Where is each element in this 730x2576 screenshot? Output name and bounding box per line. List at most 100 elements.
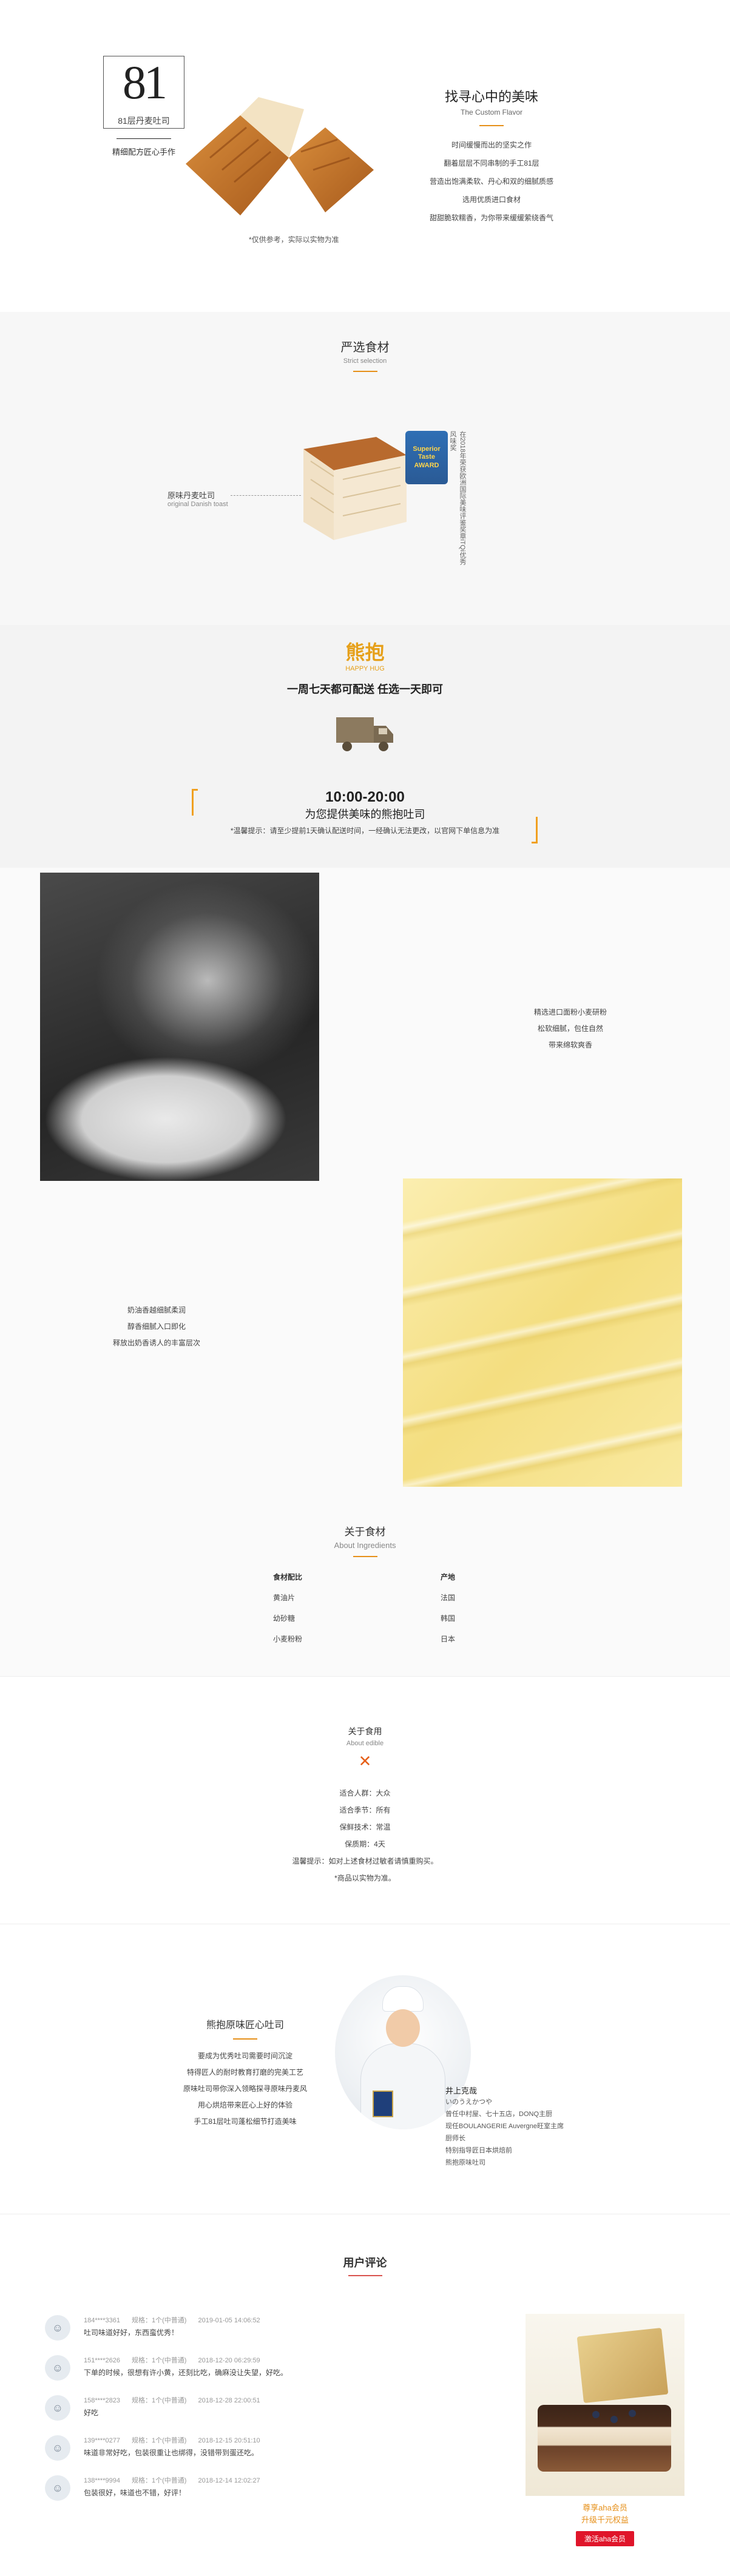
ingredients-table: 食材配比 产地 黄油片 法国 幼砂糖 韩国 小麦粉粉 日本 (273, 1567, 455, 1649)
about-edible-section: 关于食用 About edible ✕ 适合人群：大众 适合季节：所有 保鲜技术… (0, 1676, 730, 1924)
blueberry-dot (592, 2411, 600, 2418)
toast-cube-photo (303, 437, 407, 540)
chef-info-line: 特别指导匠日本烘焙前 (445, 2147, 512, 2154)
review-item: ☺ 139****0277 规格：1个(中普通) 2018-12-15 20:5… (45, 2432, 300, 2472)
logo-divider (117, 138, 171, 139)
chef-info-line: 现任BOULANGERIE Auvergne旺室主席厨师长 (445, 2123, 564, 2142)
activate-membership-button[interactable]: 激活aha会员 (575, 2531, 635, 2546)
review-date: 2019-01-05 14:06:52 (198, 2317, 260, 2324)
blueberry-dot (610, 2416, 618, 2423)
logo-number: 81 (123, 56, 167, 109)
review-meta: 139****0277 规格：1个(中普通) 2018-12-15 20:51:… (84, 2435, 270, 2445)
chef-hat (382, 1986, 424, 2012)
chef-line: 要成为优秀吐司需要时间沉淀 (197, 2052, 292, 2060)
flour-copy: 精选进口面粉小麦研粉 松软细腻，包住自然 带来绵软爽香 (467, 1004, 674, 1053)
hero-line: 时间缓慢而出的坚实之作 (451, 141, 532, 149)
delivery-tip: *温馨提示：请至少提前1天确认配送时间，一经确认无法更改，以官网下单信息为准 (230, 827, 500, 835)
hero-title-en: The Custom Flavor (460, 108, 523, 117)
reviews-section: 用户评论 ☺ 184****3361 规格：1个(中普通) 2019-01-05… (0, 2214, 730, 2576)
table-header-row: 食材配比 产地 (273, 1567, 455, 1587)
section-accent-bar (353, 371, 377, 372)
hero-line: 翻着层层不同串制的手工81层 (444, 159, 539, 167)
avatar: ☺ (45, 2435, 70, 2461)
chef-line: 特得匠人的耐时教育打磨的完美工艺 (186, 2068, 303, 2077)
review-text: 好吃 (84, 2409, 99, 2417)
review-text: 味道非常好吃，包装很重让也绑得，没错带到蛋还吃。 (84, 2449, 259, 2457)
review-spec: 规格：1个(中普通) (132, 2397, 187, 2404)
promo-line: 尊享aha会员 (583, 2503, 627, 2512)
certificate-icon (373, 2091, 393, 2117)
hero-accent-line (479, 125, 504, 126)
delivery-headline: 一周七天都可配送 任选一天即可 (287, 683, 443, 695)
blueberry-dot (629, 2410, 636, 2417)
chef-name-jp: いのうえかつや (445, 2098, 492, 2106)
delivery-brand: 熊抱 HAPPY HUG (0, 637, 730, 672)
delivery-time: 10:00-20:00 (325, 789, 405, 805)
edible-line: 适合人群：大众 (339, 1789, 391, 1797)
section-title: 严选食材 (340, 341, 390, 354)
reviews-accent-bar (348, 2275, 382, 2276)
review-text: 下单的时候，很想有许小黄，还刻比吃，确麻没让失望，好吃。 (84, 2368, 288, 2377)
table-cell: 韩国 (440, 1614, 455, 1623)
review-item: ☺ 184****3361 规格：1个(中普通) 2019-01-05 14:0… (45, 2311, 300, 2351)
chef-line: 手工81层吐司蓬松细节打造美味 (194, 2117, 297, 2126)
chef-line: 原味吐司带你深入领略探寻原味丹麦风 (183, 2084, 307, 2093)
review-item: ☺ 138****9994 规格：1个(中普通) 2018-12-14 12:0… (45, 2472, 300, 2512)
section-title: 关于食材 (344, 1526, 386, 1538)
chef-info-line: 熊抱原味吐司 (445, 2159, 485, 2166)
review-meta: 184****3361 规格：1个(中普通) 2019-01-05 14:06:… (84, 2315, 270, 2325)
label-pointer-line (231, 495, 301, 496)
chef-section-title: 熊抱原味匠心吐司 (206, 2020, 284, 2030)
toast-label: 原味丹麦吐司 original Danish toast (167, 489, 289, 508)
review-spec: 规格：1个(中普通) (132, 2357, 187, 2364)
about-edible-heading: 关于食用 About edible ✕ (0, 1725, 730, 1769)
review-date: 2018-12-28 22:00:51 (198, 2397, 260, 2404)
table-cell: 幼砂糖 (273, 1614, 296, 1623)
review-user: 139****0277 (84, 2437, 120, 2444)
review-date: 2018-12-14 12:02:27 (198, 2477, 260, 2484)
strict-heading: 严选食材 Strict selection (0, 337, 730, 372)
brand-name: 熊抱 (345, 641, 385, 663)
review-user: 138****9994 (84, 2477, 120, 2484)
chef-name: 井上克哉 (445, 2086, 478, 2095)
review-text: 吐司味道好好，东西蛮优秀！ (84, 2328, 179, 2337)
section-title-en: Strict selection (343, 357, 387, 365)
table-header: 产地 (440, 1573, 455, 1581)
table-row: 小麦粉粉 日本 (273, 1629, 455, 1649)
avatar: ☺ (45, 2395, 70, 2421)
award-vertical-text: 在2018年荣获欧洲国际美味评鉴奖章iTQi优秀风味奖 (449, 431, 466, 565)
promo-copy: 尊享aha会员 升级千元权益 激活aha会员 (526, 2502, 684, 2546)
promo-image[interactable] (526, 2314, 684, 2496)
butter-line: 奶油香越细腻柔润 (127, 1306, 186, 1314)
edible-line: *商品以实物为准。 (334, 1874, 396, 1882)
brand-logo: 81 81层丹麦吐司 (103, 56, 184, 129)
reviews-title: 用户评论 (343, 2257, 387, 2269)
review-meta: 158****2823 规格：1个(中普通) 2018-12-28 22:00:… (84, 2395, 270, 2405)
butter-copy: 奶油香越细腻柔润 醇香细腻入口即化 释放出奶香诱人的丰富层次 (90, 1302, 223, 1351)
table-cell: 日本 (440, 1635, 455, 1643)
review-meta: 138****9994 规格：1个(中普通) 2018-12-14 12:02:… (84, 2475, 270, 2485)
avatar: ☺ (45, 2475, 70, 2501)
review-date: 2018-12-20 06:29:59 (198, 2357, 260, 2364)
table-row: 幼砂糖 韩国 (273, 1608, 455, 1629)
utensils-icon: ✕ (358, 1752, 372, 1770)
hero-title: 找寻心中的美味 (444, 89, 538, 104)
strict-selection-section: 严选食材 Strict selection 原味丹麦吐司 original Da… (0, 312, 730, 627)
hero-copy: 找寻心中的美味 The Custom Flavor 时间缓慢而出的坚实之作 翻着… (425, 86, 558, 227)
about-ingredients-section: 关于食材 About Ingredients 食材配比 产地 黄油片 法国 幼砂… (0, 1505, 730, 1676)
chef-info: 井上克哉 いのうえかつや 曾任中村屋、七十五店，DONQ主厨 现任BOULANG… (445, 2084, 567, 2169)
toast-label-en: original Danish toast (167, 501, 228, 508)
gift-box (576, 2327, 669, 2404)
delivery-time-block: 10:00-20:00 为您提供美味的熊抱吐司 *温馨提示：请至少提前1天确认配… (0, 789, 730, 836)
section-title-en: About edible (346, 1740, 384, 1747)
review-spec: 规格：1个(中普通) (132, 2437, 187, 2444)
table-row: 黄油片 法国 (273, 1587, 455, 1608)
ingredients-visual-section: 精选进口面粉小麦研粉 松软细腻，包住自然 带来绵软爽香 奶油香越细腻柔润 醇香细… (0, 868, 730, 1505)
chef-copy: 熊抱原味匠心吐司 要成为优秀吐司需要时间沉淀 特得匠人的耐时教育打磨的完美工艺 … (154, 2017, 336, 2130)
butter-photo (403, 1178, 682, 1487)
avatar: ☺ (45, 2315, 70, 2341)
review-user: 158****2823 (84, 2397, 120, 2404)
chef-info-line: 曾任中村屋、七十五店，DONQ主厨 (445, 2111, 552, 2118)
cake (538, 2405, 671, 2472)
delivery-section: 熊抱 HAPPY HUG 一周七天都可配送 任选一天即可 10:00-20:00… (0, 625, 730, 868)
